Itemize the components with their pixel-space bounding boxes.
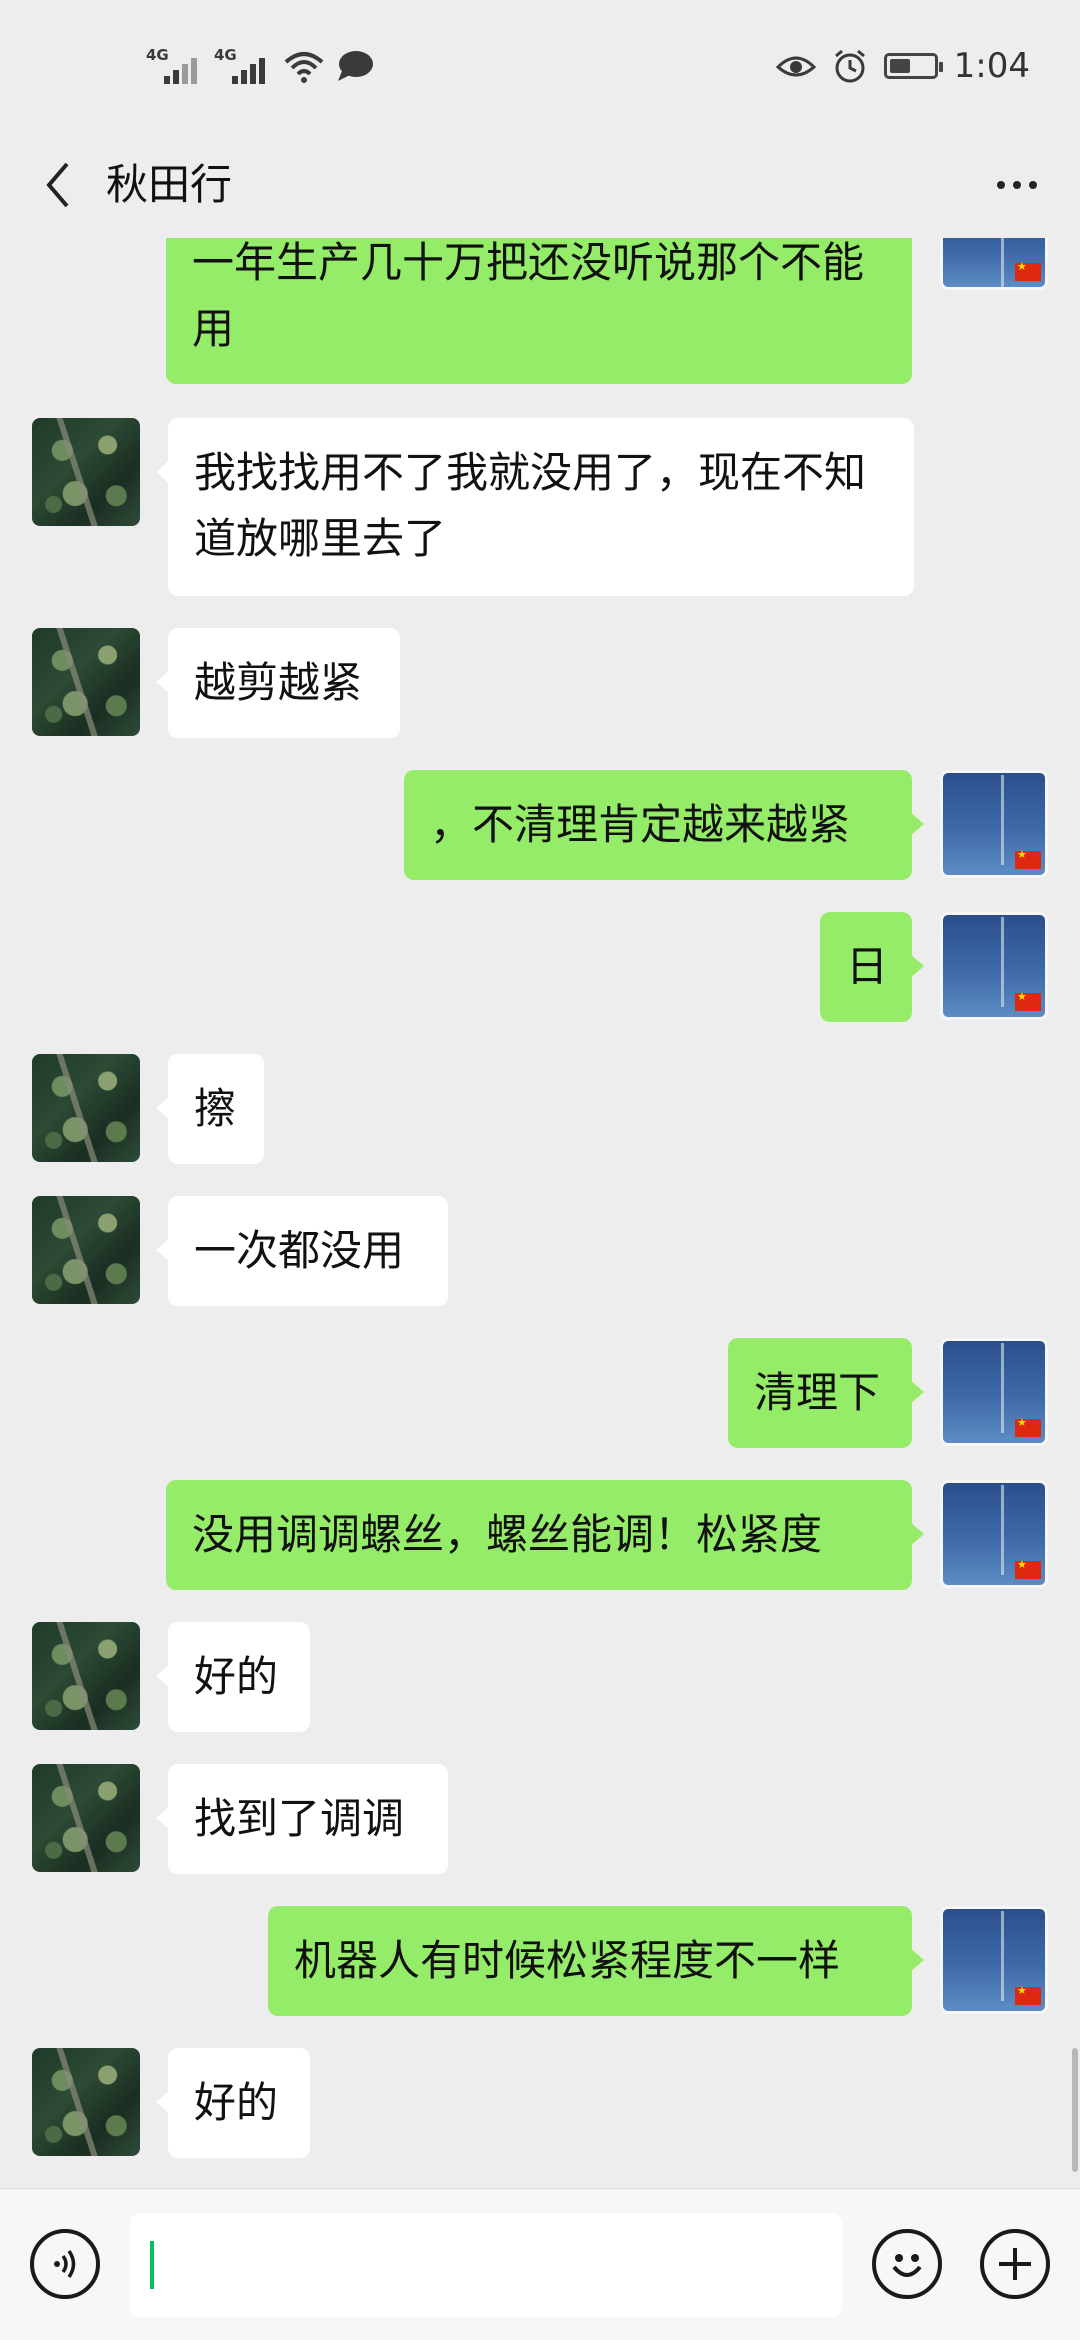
emoji-button[interactable] [872, 2229, 942, 2299]
message-bubble[interactable]: 找到了调调 [156, 1764, 448, 1874]
flag-icon [1015, 1416, 1041, 1437]
text-cursor [150, 2241, 154, 2289]
wifi-icon [284, 52, 324, 83]
message-list[interactable]: 一年生产几十万把还没听说那个不能用我找找用不了我就没用了，现在不知道放哪里去了越… [0, 238, 1080, 2188]
chat-screen: 4G 4G 1:04 秋田行 ★ 一年生产几十万把还没听说那个不能用 我找找用不… [0, 0, 1080, 2340]
chevron-left-icon [46, 162, 69, 208]
back-button[interactable] [28, 150, 88, 220]
battery-level [889, 59, 910, 73]
avatar[interactable] [940, 238, 1048, 290]
avatar[interactable] [32, 1196, 140, 1304]
more-dots-icon [993, 181, 1041, 189]
avatar[interactable] [940, 1338, 1048, 1446]
flag-icon [1015, 260, 1041, 281]
flag-icon [1015, 1984, 1041, 2005]
avatar[interactable] [32, 1622, 140, 1730]
avatar[interactable] [940, 1906, 1048, 2014]
cellular-signal-icon: 4G [214, 46, 272, 86]
message-bubble[interactable]: 没用调调螺丝，螺丝能调！松紧度 [166, 1480, 924, 1590]
flag-icon [1015, 848, 1041, 869]
flag-icon [1015, 1558, 1041, 1579]
plus-icon [999, 2248, 1031, 2280]
message-bubble[interactable]: 一次都没用 [156, 1196, 448, 1306]
message-input[interactable] [130, 2213, 842, 2317]
flag-icon [1015, 990, 1041, 1011]
message-bubble[interactable]: 清理下 [728, 1338, 924, 1448]
message-bubble[interactable]: 日 [820, 912, 924, 1022]
message-bubble[interactable]: 我找找用不了我就没用了，现在不知道放哪里去了 [156, 418, 914, 596]
avatar[interactable] [32, 1764, 140, 1872]
message-bubble[interactable]: 机器人有时候松紧程度不一样 [268, 1906, 924, 2016]
chat-notification-icon [338, 51, 373, 81]
avatar[interactable] [32, 628, 140, 736]
voice-icon [54, 2250, 76, 2278]
chat-header: 秋田行 [0, 132, 1080, 238]
status-time: 1:04 [953, 46, 1030, 86]
emoji-icon [892, 2254, 922, 2277]
more-options-button[interactable] [982, 150, 1052, 220]
avatar[interactable] [940, 912, 1048, 1020]
message-bubble[interactable]: 好的 [156, 1622, 310, 1732]
chat-title: 秋田行 [106, 160, 233, 209]
message-bubble[interactable]: 擦 [156, 1054, 264, 1164]
avatar[interactable] [32, 1054, 140, 1162]
status-left: 4G 4G [146, 42, 374, 90]
avatar[interactable] [32, 418, 140, 526]
message-bubble[interactable]: 越剪越紧 [156, 628, 400, 738]
message-bubble[interactable]: 一年生产几十万把还没听说那个不能用 [166, 238, 912, 384]
status-bar: 4G 4G 1:04 [0, 0, 1080, 132]
more-functions-button[interactable] [980, 2229, 1050, 2299]
avatar[interactable] [32, 2048, 140, 2156]
battery-icon [883, 53, 943, 79]
avatar[interactable] [940, 1480, 1048, 1588]
message-bubble[interactable]: 好的 [156, 2048, 310, 2158]
eye-icon [775, 56, 816, 77]
alarm-icon [834, 49, 865, 83]
input-bar [0, 2188, 1080, 2340]
status-right: 1:04 [775, 42, 1030, 90]
scrollbar[interactable] [1072, 2048, 1078, 2172]
voice-button[interactable] [30, 2229, 100, 2299]
avatar[interactable] [940, 770, 1048, 878]
cellular-signal-icon: 4G [146, 46, 204, 86]
message-bubble[interactable]: ，不清理肯定越来越紧 [404, 770, 924, 880]
